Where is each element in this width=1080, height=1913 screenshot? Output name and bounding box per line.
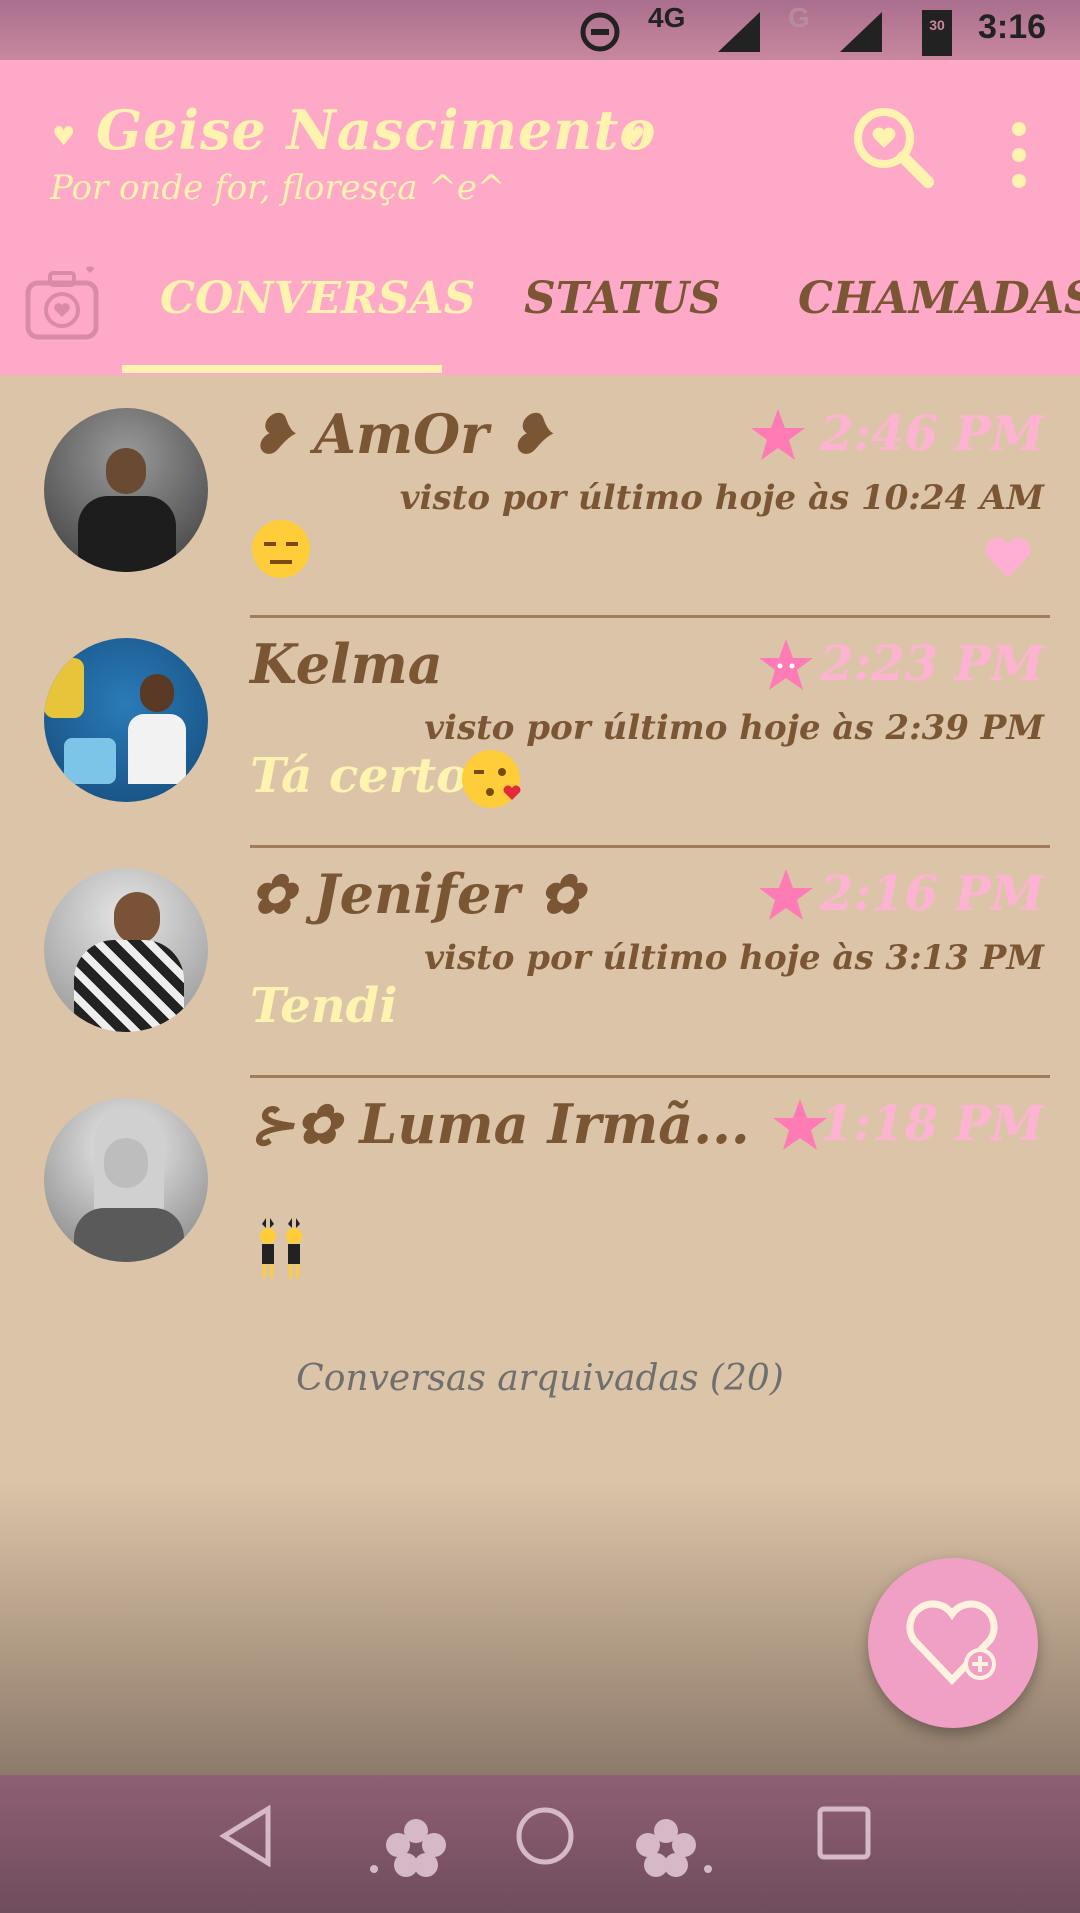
network-4g-label: 4G — [648, 2, 686, 33]
last-message: Tendi — [250, 978, 398, 1034]
camera-button[interactable] — [22, 265, 104, 347]
archived-chats-link[interactable]: Conversas arquivadas (20) — [0, 1358, 1080, 1399]
battery-icon: 30 — [922, 10, 952, 56]
tab-status[interactable]: STATUS — [524, 273, 721, 324]
data-saver-icon — [580, 12, 620, 52]
chat-name: Kelma — [250, 632, 443, 696]
dancing-women-emoji — [260, 1218, 302, 1278]
chat-time: 2:16 PM — [820, 866, 1044, 922]
network-g-label: G — [788, 2, 810, 33]
menu-dot-icon — [1012, 122, 1026, 136]
signal-icon — [718, 12, 760, 52]
heart-pin-icon — [985, 537, 1031, 578]
chat-name: ❥ AmOr ❥ — [250, 402, 553, 466]
chat-row-amor[interactable]: ❥ AmOr ❥ 2:46 PM visto por último hoje à… — [0, 388, 1080, 618]
tab-conversas[interactable]: CONVERSAS — [160, 273, 476, 324]
kissing-face-emoji — [462, 750, 521, 808]
chat-time: 1:18 PM — [820, 1096, 1044, 1152]
star-icon — [759, 639, 813, 690]
avatar[interactable] — [44, 638, 208, 802]
search-heart-icon — [854, 108, 934, 188]
avatar[interactable] — [44, 868, 208, 1032]
navigation-bar — [0, 1775, 1080, 1913]
last-seen: visto por último hoje às 2:39 PM — [424, 708, 1044, 748]
expressionless-face-emoji — [252, 520, 310, 578]
menu-dot-icon — [1012, 174, 1026, 188]
chat-row-kelma[interactable]: Kelma 2:23 PM visto por último hoje às 2… — [0, 618, 1080, 848]
back-icon[interactable] — [218, 1805, 274, 1867]
camera-heart-icon — [25, 266, 99, 340]
app-bar: ♥ Geise Nascimento ♥ Por onde for, flore… — [0, 60, 1080, 375]
chat-time: 2:46 PM — [820, 406, 1044, 462]
signal-icon-2 — [840, 12, 882, 52]
star-icon — [759, 869, 813, 920]
home-icon[interactable] — [514, 1805, 576, 1867]
heart-decoration-icon: ♥ — [52, 122, 76, 152]
last-seen: visto por último hoje às 10:24 AM — [399, 478, 1044, 518]
chat-row-luma[interactable]: ⊱✿ Luma Irmã... 1:18 PM — [0, 1078, 1080, 1308]
star-icon — [751, 409, 805, 460]
heart-plus-icon — [906, 1600, 998, 1686]
last-message: Tá certo — [250, 748, 469, 804]
chat-row-jenifer[interactable]: ✿ Jenifer ✿ 2:16 PM visto por último hoj… — [0, 848, 1080, 1078]
chat-time: 2:23 PM — [820, 636, 1044, 692]
chat-name: ⊱✿ Luma Irmã... — [250, 1092, 750, 1156]
avatar[interactable] — [44, 408, 208, 572]
avatar[interactable] — [44, 1098, 208, 1262]
clock: 3:16 — [978, 8, 1047, 46]
tab-chamadas[interactable]: CHAMADAS — [798, 273, 1080, 324]
status-bar: 4G G 30 3:16 — [0, 0, 1080, 60]
heart-decoration-icon-2: ♥ — [622, 122, 646, 152]
new-chat-fab[interactable] — [868, 1558, 1038, 1728]
search-button[interactable] — [848, 102, 938, 192]
last-seen: visto por último hoje às 3:13 PM — [424, 938, 1044, 978]
app-subtitle: Por onde for, floresça ^e^ — [50, 168, 506, 208]
menu-dot-icon — [1012, 148, 1026, 162]
flower-icon-2 — [636, 1819, 712, 1877]
recents-icon[interactable] — [816, 1805, 872, 1861]
app-title: Geise Nascimento — [96, 98, 657, 162]
chat-name: ✿ Jenifer ✿ — [250, 862, 584, 926]
more-options-button[interactable] — [1000, 118, 1040, 198]
tab-indicator — [122, 365, 442, 373]
flower-icon — [370, 1819, 446, 1877]
battery-level: 30 — [929, 17, 945, 33]
